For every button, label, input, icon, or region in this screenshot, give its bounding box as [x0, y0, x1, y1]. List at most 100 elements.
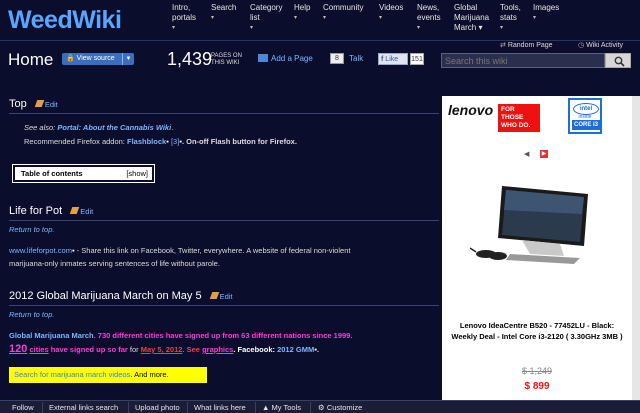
ad-prev-button[interactable]: ◀: [524, 150, 529, 158]
see-also-line: See also: Portal: About the Cannabis Wik…: [24, 123, 174, 132]
date-link[interactable]: May 5, 2012: [141, 345, 183, 354]
nav-label: Community: [323, 3, 364, 12]
page-title: Home: [8, 50, 54, 69]
recommended-label: Recommended Firefox addon:: [24, 137, 127, 146]
ad-next-button[interactable]: ▶: [540, 150, 548, 158]
and-more-text: . And more.: [130, 370, 169, 379]
search-input[interactable]: [441, 53, 605, 68]
nav-label: Search: [211, 3, 237, 12]
facebook-like-button[interactable]: f Like: [378, 53, 408, 65]
chevron-down-icon: ▾: [478, 23, 483, 32]
life-for-pot-line1: www.lifeforpot.com▪ - Share this link on…: [9, 246, 350, 255]
facebook-text: . Facebook:: [233, 345, 278, 354]
gmm-link[interactable]: Global Marijuana March: [9, 331, 94, 340]
footer-divider: [310, 402, 311, 413]
section-life-for-pot-heading: Life for Pot Edit: [9, 205, 93, 217]
add-page-icon: [258, 54, 268, 62]
facebook-icon: f: [381, 56, 384, 63]
edit-link[interactable]: Edit: [209, 292, 233, 301]
edit-label: Edit: [44, 100, 58, 109]
chevron-down-icon[interactable]: ▼: [122, 53, 134, 65]
section-top-heading: Top Edit: [9, 98, 58, 110]
toc-box: Table of contents [show]: [15, 167, 152, 180]
nav-label: Images: [533, 3, 560, 12]
return-to-top-link[interactable]: Return to top.: [9, 310, 54, 319]
scrollbar[interactable]: [632, 96, 640, 400]
nav-images[interactable]: Images ▾: [533, 3, 559, 23]
ad-old-price: $ 1,249: [521, 366, 553, 376]
nav-global-marijuana-march[interactable]: Global Marijuana March ▾: [454, 3, 489, 33]
search-button[interactable]: [605, 53, 631, 68]
nav-search[interactable]: Search ▾: [211, 3, 236, 23]
top-navigation: WeedWiki Intro, portals ▾ Search ▾ Categ…: [0, 0, 640, 40]
lifeforpot-link[interactable]: www.lifeforpot.com: [9, 246, 72, 255]
gmm-line2: 120 cities have signed up so far for May…: [9, 343, 319, 355]
lenovo-logo: lenovo: [448, 102, 494, 118]
footer-divider: [42, 402, 43, 413]
upload-photo-button[interactable]: Upload photo: [135, 403, 180, 412]
follow-button[interactable]: Follow: [12, 403, 34, 412]
advertisement[interactable]: lenovo FOR THOSE WHO DO. intel inside CO…: [442, 96, 632, 400]
chevron-down-icon: ▾: [533, 15, 537, 21]
nav-community[interactable]: Community ▾: [323, 3, 363, 23]
site-logo[interactable]: WeedWiki: [8, 6, 122, 35]
gmm-stats-text: . 730 different cities have signed up fr…: [93, 331, 353, 340]
search-videos-link[interactable]: Search for marijuana march videos: [14, 370, 130, 379]
chevron-down-icon: ▾: [500, 25, 504, 31]
external-link-icon: ▪: [166, 137, 169, 146]
nav-label: portals: [172, 13, 197, 22]
chevron-down-icon: ▾: [417, 25, 421, 31]
customize-button[interactable]: ⚙ Customize: [318, 403, 362, 412]
section-divider: [9, 113, 439, 114]
edit-label: Edit: [219, 292, 233, 301]
chevron-down-icon: ▾: [172, 25, 176, 31]
intel-badge: intel inside CORE i3: [568, 98, 602, 134]
my-tools-label: My Tools: [271, 403, 301, 412]
wiki-activity-link[interactable]: ◷ Wiki Activity: [578, 41, 623, 49]
return-to-top-link[interactable]: Return to top.: [9, 225, 54, 234]
view-source-button[interactable]: 🔒 View source ▼: [62, 53, 134, 65]
nav-category-list[interactable]: Category list ▾: [250, 3, 282, 33]
graphics-link[interactable]: graphics: [202, 345, 233, 354]
shuffle-icon: ⇄: [500, 42, 506, 49]
nav-help[interactable]: Help ▾: [294, 3, 310, 23]
nav-videos[interactable]: Videos ▾: [379, 3, 403, 23]
nav-label: Tools,: [500, 3, 521, 12]
edit-label: Edit: [80, 207, 94, 216]
flashblock-link[interactable]: Flashblock: [127, 137, 166, 146]
search-icon: [614, 56, 625, 67]
nav-label: March: [454, 23, 477, 32]
gmm-facebook-link[interactable]: 2012 GMM: [277, 345, 314, 354]
nav-news-events[interactable]: News, events ▾: [417, 3, 441, 33]
customize-label: Customize: [326, 403, 363, 412]
ad-new-price: $ 899: [524, 381, 550, 392]
what-links-here-button[interactable]: What links here: [194, 403, 246, 412]
toc-show-button[interactable]: [show]: [126, 167, 148, 180]
nav-label: list: [250, 13, 260, 22]
search-videos-banner: Search for marijuana march videos. And m…: [9, 367, 207, 383]
my-tools-button[interactable]: ▲ My Tools: [262, 403, 301, 412]
external-links-search-button[interactable]: External links search: [49, 403, 118, 412]
activity-icon: ◷: [578, 42, 585, 49]
nav-tools-stats[interactable]: Tools, stats ▾: [500, 3, 521, 33]
edit-link[interactable]: Edit: [34, 100, 58, 109]
footer-divider: [128, 402, 129, 413]
nav-intro-portals[interactable]: Intro, portals ▾: [172, 3, 196, 33]
footer-divider: [255, 402, 256, 413]
chevron-down-icon: ▾: [250, 25, 254, 31]
edit-link[interactable]: Edit: [69, 207, 94, 216]
onoff-text: . On-off Flash button for Firefox.: [181, 137, 297, 146]
chevron-down-icon: ▾: [211, 15, 215, 21]
see-also-label: See also:: [24, 123, 58, 132]
ad-product-title[interactable]: Lenovo IdeaCentre B520 - 77452LU - Black…: [448, 320, 626, 342]
portal-link[interactable]: Portal: About the Cannabis Wiki: [57, 123, 171, 132]
like-label: Like: [385, 56, 399, 63]
city-count-link[interactable]: 120: [9, 343, 27, 355]
section-divider: [9, 305, 439, 306]
cities-link[interactable]: cities: [29, 345, 48, 354]
random-page-link[interactable]: ⇄ Random Page: [500, 41, 553, 49]
like-count: 151: [410, 53, 424, 65]
add-page-button[interactable]: Add a Page: [258, 54, 313, 63]
talk-link[interactable]: Talk: [349, 54, 363, 63]
heading-text: 2012 Global Marijuana March on May 5: [9, 290, 202, 302]
